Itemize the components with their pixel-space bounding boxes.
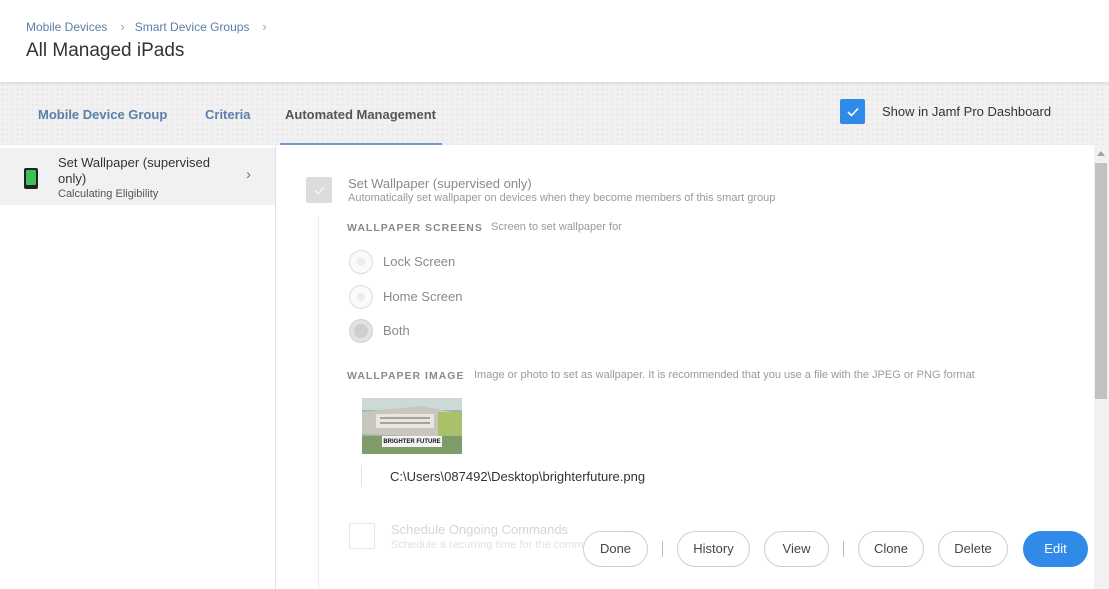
wallpaper-file-path: C:\Users\087492\Desktop\brighterfuture.p…	[390, 469, 646, 484]
set-wallpaper-title: Set Wallpaper (supervised only)	[348, 176, 532, 191]
view-button[interactable]: View	[764, 531, 829, 567]
tab-bar: Mobile Device Group Criteria Automated M…	[0, 82, 1109, 145]
content-scrollbar[interactable]	[1094, 145, 1109, 589]
ipad-icon	[24, 168, 38, 189]
tab-criteria[interactable]: Criteria	[205, 107, 251, 122]
history-button[interactable]: History	[677, 531, 750, 567]
list-item-set-wallpaper[interactable]: Set Wallpaper (supervised only) Calculat…	[0, 148, 275, 205]
checkmark-icon	[314, 186, 324, 195]
radio-both[interactable]	[349, 319, 373, 343]
tab-mobile-device-group[interactable]: Mobile Device Group	[38, 107, 167, 122]
page-title: All Managed iPads	[26, 40, 185, 61]
wallpaper-screens-hint: Screen to set wallpaper for	[491, 221, 622, 233]
edit-button[interactable]: Edit	[1023, 531, 1088, 567]
delete-button[interactable]: Delete	[938, 531, 1008, 567]
file-path-divider	[361, 465, 362, 487]
checkmark-icon	[846, 107, 859, 117]
dashboard-label: Show in Jamf Pro Dashboard	[882, 104, 1052, 119]
left-panel: Set Wallpaper (supervised only) Calculat…	[0, 145, 276, 589]
schedule-commands-title: Schedule Ongoing Commands	[391, 522, 569, 537]
radio-home-screen[interactable]	[349, 285, 373, 309]
chevron-right-icon: ›	[120, 19, 125, 34]
done-button[interactable]: Done	[583, 531, 648, 567]
breadcrumb-smart-device-groups[interactable]: Smart Device Groups	[135, 20, 250, 34]
set-wallpaper-description: Automatically set wallpaper on devices w…	[348, 192, 776, 204]
wallpaper-thumbnail: BRIGHTER FUTURE	[362, 398, 462, 454]
scroll-up-arrow-icon[interactable]	[1097, 151, 1105, 156]
schedule-commands-checkbox[interactable]	[349, 523, 375, 549]
scrollbar-thumb[interactable]	[1095, 163, 1107, 399]
radio-label-both: Both	[383, 323, 410, 338]
radio-label-lock-screen: Lock Screen	[383, 254, 456, 269]
wallpaper-screens-label: WALLPAPER SCREENS	[347, 222, 483, 234]
chevron-right-icon: ›	[246, 166, 251, 183]
active-tab-indicator	[280, 143, 442, 145]
footer-separator	[662, 541, 663, 557]
wallpaper-thumbnail-text: BRIGHTER FUTURE	[383, 439, 441, 445]
page-header: Mobile Devices › Smart Device Groups › A…	[0, 0, 1109, 82]
radio-label-home-screen: Home Screen	[383, 289, 463, 304]
footer-separator	[843, 541, 844, 557]
dashboard-checkbox[interactable]	[840, 99, 865, 124]
list-item-title: Set Wallpaper (supervised only)	[58, 155, 210, 186]
wallpaper-image-hint: Image or photo to set as wallpaper. It i…	[474, 369, 975, 381]
radio-lock-screen[interactable]	[349, 250, 373, 274]
list-item-subtitle: Calculating Eligibility	[58, 188, 159, 200]
breadcrumb: Mobile Devices › Smart Device Groups ›	[26, 19, 277, 34]
automated-management-content: Set Wallpaper (supervised only) Automati…	[277, 145, 1094, 589]
set-wallpaper-checkbox[interactable]	[306, 177, 332, 203]
action-footer: Done History View Clone Delete Edit	[575, 528, 1095, 572]
clone-button[interactable]: Clone	[858, 531, 924, 567]
chevron-right-icon: ›	[262, 19, 267, 34]
section-divider	[318, 217, 319, 589]
tab-automated-management[interactable]: Automated Management	[285, 107, 436, 122]
wallpaper-image-label: WALLPAPER IMAGE	[347, 370, 465, 382]
breadcrumb-mobile-devices[interactable]: Mobile Devices	[26, 20, 107, 34]
